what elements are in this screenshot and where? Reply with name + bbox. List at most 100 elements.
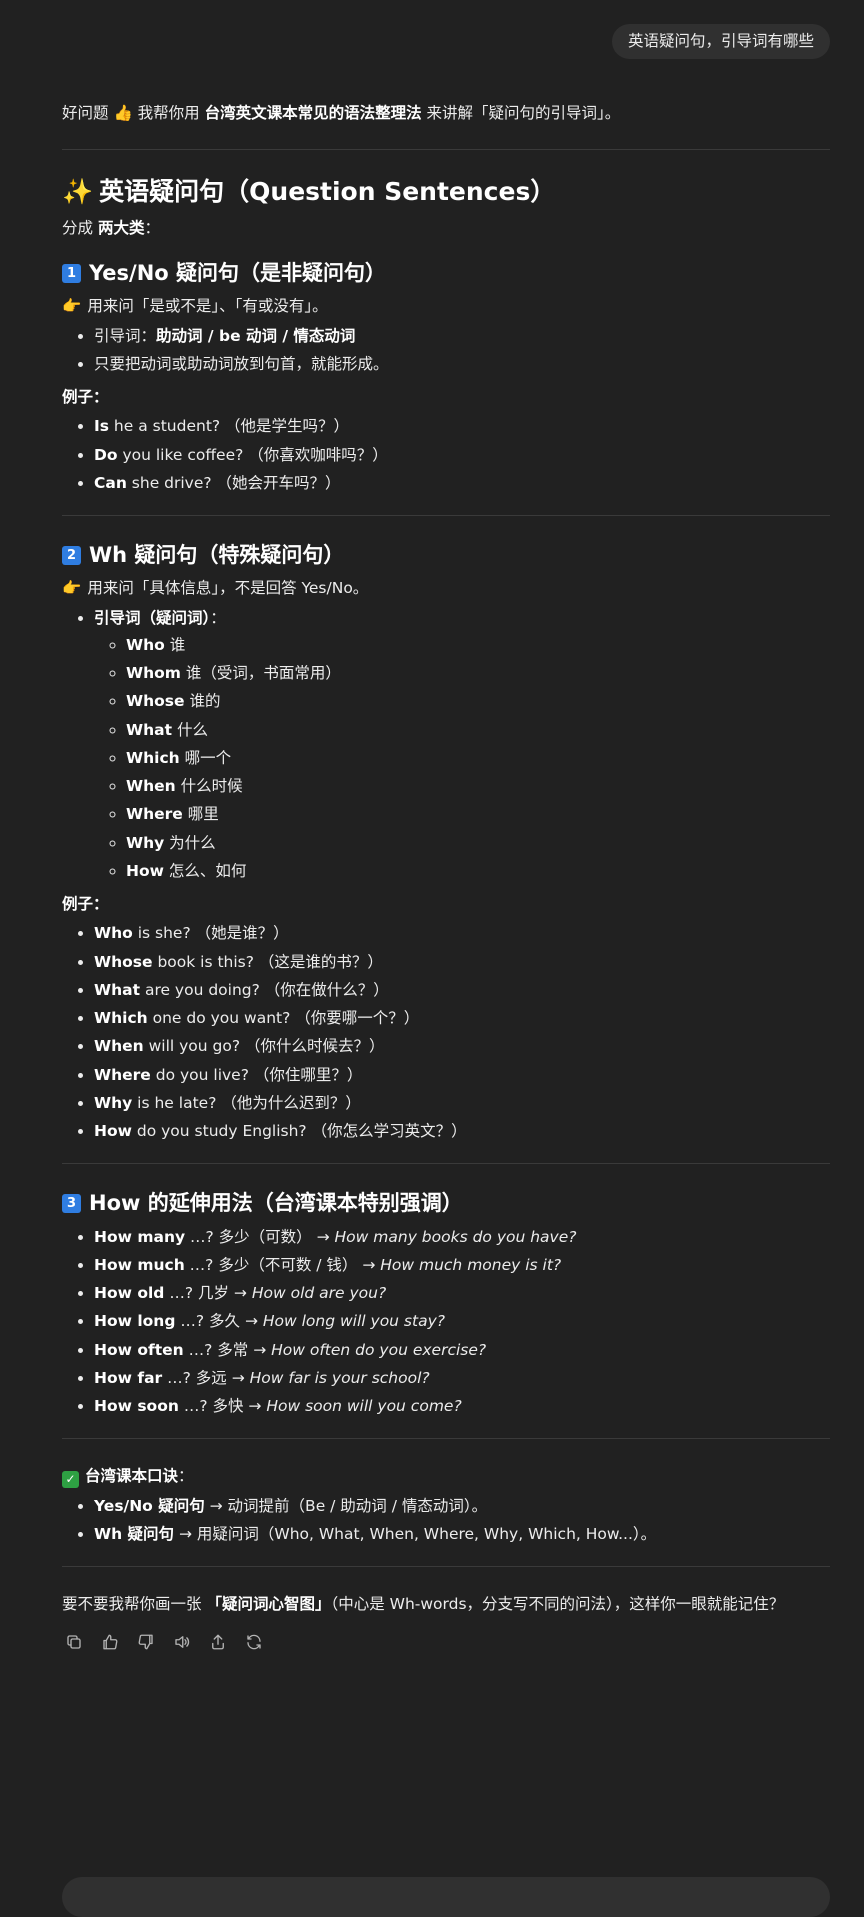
pointing-hand-icon: 👉	[62, 579, 82, 598]
summary-keyword: Yes/No 疑问句	[94, 1496, 205, 1515]
list-item: Do you like coffee? （你喜欢咖啡吗？）	[94, 444, 830, 467]
wh-word: Who	[126, 635, 165, 654]
number-1-icon: 1	[62, 264, 81, 283]
list-item: How soon …? 多快 → How soon will you come?	[94, 1395, 830, 1418]
main-title: ✨ 英语疑问句（Question Sentences）	[62, 176, 830, 209]
how-meaning: …? 几岁 →	[164, 1284, 252, 1303]
wh-word-meaning: 谁	[164, 635, 186, 654]
summary-label: ✓ 台湾课本口诀：	[62, 1465, 830, 1489]
share-icon	[212, 1634, 224, 1650]
how-example: How long will you stay?	[262, 1312, 445, 1331]
summary-text: → 用疑问词（Who, What, When, Where, Why, Whic…	[174, 1524, 657, 1543]
list-item: Whose book is this? （这是谁的书？）	[94, 951, 830, 974]
wh-examples-label: 例子：	[62, 895, 109, 914]
example-keyword: Which	[94, 1009, 148, 1028]
section-wh-heading-text: Wh 疑问句（特殊疑问句）	[89, 543, 345, 568]
wh-word-meaning: 什么	[172, 720, 208, 739]
wh-word: How	[126, 861, 164, 880]
thumbs-up-button[interactable]	[98, 1630, 122, 1654]
section-wh-desc: 👉 用来问「具体信息」，不是回答 Yes/No。	[62, 577, 830, 600]
intro-text-a: 好问题	[62, 104, 114, 122]
message-composer[interactable]	[62, 1877, 830, 1917]
example-keyword: Whose	[94, 952, 153, 971]
wh-word: Where	[126, 805, 183, 824]
yesno-bullet1-bold: 助动词 / be 动词 / 情态动词	[156, 326, 356, 345]
how-example: How much money is it?	[380, 1255, 562, 1274]
example-text: you like coffee? （你喜欢咖啡吗？）	[117, 445, 388, 464]
example-keyword: Can	[94, 473, 127, 492]
closing-paragraph: 要不要我帮你画一张 「疑问词心智图」（中心是 Wh-words，分支写不同的问法…	[62, 1593, 830, 1616]
how-example: How far is your school?	[249, 1368, 430, 1387]
yesno-examples-label: 例子：	[62, 388, 109, 407]
list-item: Why is he late? （他为什么迟到？）	[94, 1092, 830, 1115]
list-item: How much …? 多少（不可数 / 钱） → How much money…	[94, 1254, 830, 1277]
divider	[62, 1438, 830, 1440]
how-phrase: How old	[94, 1284, 165, 1303]
wh-word-meaning: 怎么、如何	[163, 861, 247, 880]
intro-paragraph: 好问题 👍 我帮你用 台湾英文课本常见的语法整理法 来讲解「疑问句的引导词」。	[62, 102, 830, 125]
list-item: Whom 谁（受词，书面常用）	[126, 662, 830, 685]
how-example: How often do you exercise?	[271, 1340, 487, 1359]
wh-word: Whom	[126, 664, 181, 683]
thumbs-up-emoji-icon: 👍	[113, 104, 133, 122]
list-item: Which one do you want? （你要哪一个？）	[94, 1007, 830, 1030]
closing-text-c: （中心是 Wh-words，分支写不同的问法），这样你一眼就能记住？	[330, 1595, 785, 1614]
intro-text-b: 我帮你用	[132, 104, 205, 122]
how-example: How soon will you come?	[266, 1397, 462, 1416]
wh-word-meaning: 谁的	[184, 692, 221, 711]
copy-button[interactable]	[62, 1630, 86, 1654]
section-wh-desc-text: 用来问「具体信息」，不是回答 Yes/No。	[87, 579, 369, 598]
example-text: is she? （她是谁？）	[132, 924, 289, 943]
section-yesno-desc-text: 用来问「是或不是」、「有或没有」。	[87, 297, 328, 316]
intro-bold: 台湾英文课本常见的语法整理法	[204, 104, 422, 122]
message-actions	[62, 1630, 830, 1654]
how-meaning: …? 多常 →	[183, 1340, 272, 1359]
thumbs-up-icon	[103, 1634, 118, 1650]
list-item: 引导词：助动词 / be 动词 / 情态动词	[94, 325, 830, 348]
example-text: book is this? （这是谁的书？）	[152, 952, 383, 971]
share-button[interactable]	[206, 1630, 230, 1654]
how-example: How old are you?	[251, 1284, 387, 1303]
list-item: Wh 疑问句 → 用疑问词（Who, What, When, Where, Wh…	[94, 1523, 830, 1546]
refresh-icon	[247, 1635, 261, 1650]
list-item: Where do you live? （你住哪里？）	[94, 1064, 830, 1087]
how-phrase: How far	[94, 1368, 163, 1387]
section-wh-heading: 2 Wh 疑问句（特殊疑问句）	[62, 542, 830, 569]
how-phrase: How many	[94, 1227, 186, 1246]
list-item: How old …? 几岁 → How old are you?	[94, 1282, 830, 1305]
list-item: Is he a student? （他是学生吗？）	[94, 415, 830, 438]
how-phrase: How long	[94, 1312, 176, 1331]
how-list: How many …? 多少（可数） → How many books do y…	[62, 1226, 830, 1419]
user-message-bubble: 英语疑问句，引导词有哪些	[611, 24, 830, 60]
list-item: Why 为什么	[126, 832, 830, 855]
main-title-text: 英语疑问句（Question Sentences）	[99, 177, 556, 207]
regenerate-button[interactable]	[242, 1630, 266, 1654]
divider	[62, 149, 830, 151]
list-item: How long …? 多久 → How long will you stay?	[94, 1310, 830, 1333]
list-item: 引导词（疑问词）： Who 谁 Whom 谁（受词，书面常用） Whose 谁的…	[94, 607, 830, 884]
list-item: When will you go? （你什么时候去？）	[94, 1035, 830, 1058]
how-example: How many books do you have?	[334, 1227, 577, 1246]
how-phrase: How often	[94, 1340, 184, 1359]
example-keyword: Why	[94, 1093, 133, 1112]
how-meaning: …? 多少（可数） →	[185, 1227, 335, 1246]
wh-word: What	[126, 720, 173, 739]
read-aloud-button[interactable]	[170, 1630, 194, 1654]
example-keyword: Where	[94, 1065, 151, 1084]
wh-words-list: Who 谁 Whom 谁（受词，书面常用） Whose 谁的 What 什么 W…	[94, 634, 830, 883]
how-meaning: …? 多快 →	[178, 1397, 267, 1416]
how-meaning: …? 多久 →	[175, 1312, 263, 1331]
list-item: How often …? 多常 → How often do you exerc…	[94, 1339, 830, 1362]
wh-word-meaning: 什么时候	[175, 777, 243, 796]
wh-word: Why	[126, 833, 165, 852]
wh-word-meaning: 为什么	[164, 833, 216, 852]
how-phrase: How soon	[94, 1397, 179, 1416]
subtitle-text-a: 分成	[62, 218, 98, 237]
thumbs-down-button[interactable]	[134, 1630, 158, 1654]
example-keyword: Who	[94, 924, 133, 943]
example-text: do you live? （你住哪里？）	[150, 1065, 363, 1084]
list-item: What are you doing? （你在做什么？）	[94, 979, 830, 1002]
example-text: are you doing? （你在做什么？）	[140, 980, 389, 999]
example-keyword: Is	[94, 417, 109, 436]
how-phrase: How much	[94, 1255, 185, 1274]
